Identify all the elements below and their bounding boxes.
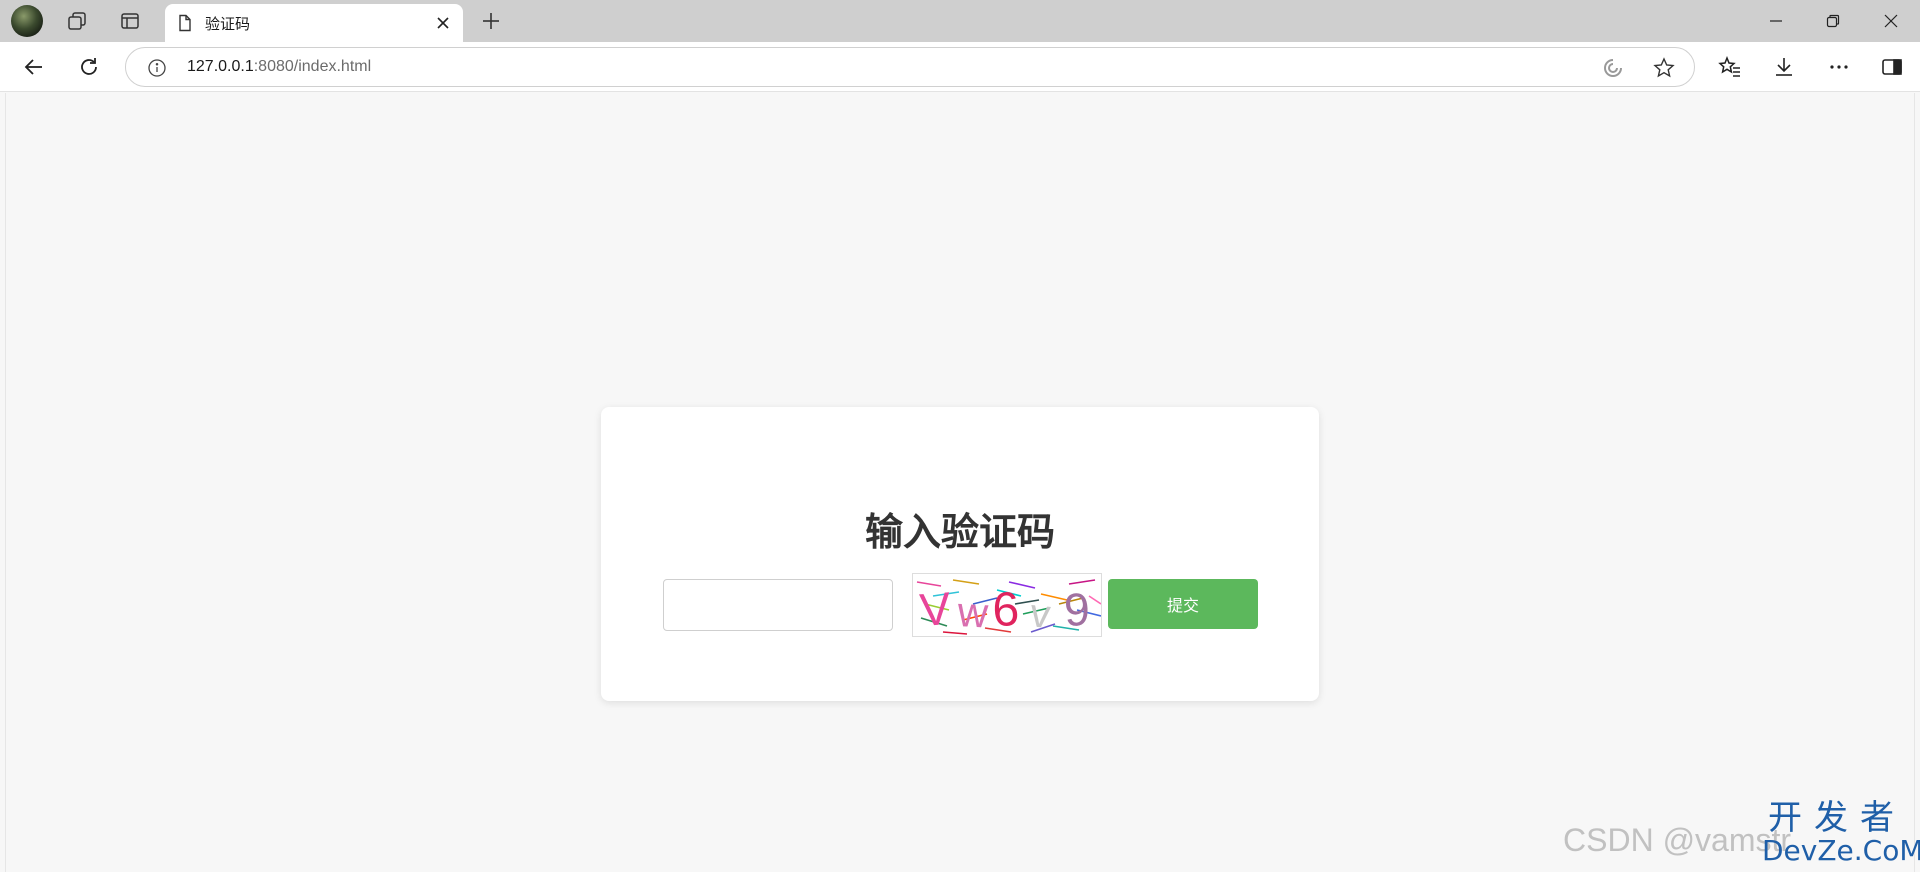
tab-title: 验证码	[205, 15, 251, 33]
close-window-icon[interactable]	[1868, 6, 1914, 36]
captcha-image[interactable]: Vw6v9	[912, 573, 1102, 637]
more-options-icon[interactable]	[1823, 52, 1855, 82]
favorites-icon[interactable]	[1714, 52, 1746, 82]
page-icon	[175, 13, 195, 33]
downloads-icon[interactable]	[1768, 52, 1800, 82]
back-icon[interactable]	[18, 52, 50, 82]
captcha-char: v	[1028, 591, 1052, 637]
submit-button[interactable]: 提交	[1108, 579, 1258, 629]
sidebar-toggle-icon[interactable]	[1876, 52, 1908, 82]
devze-watermark-top: 开发者	[1768, 798, 1906, 838]
close-tab-icon[interactable]	[433, 13, 453, 33]
url-text[interactable]: 127.0.0.1:8080/index.html	[187, 58, 371, 76]
minimize-icon[interactable]	[1753, 6, 1799, 36]
captcha-input[interactable]	[663, 579, 893, 631]
site-info-icon[interactable]	[146, 57, 168, 79]
address-bar[interactable]: 127.0.0.1:8080/index.html	[125, 47, 1695, 87]
captcha-char: V	[918, 582, 953, 636]
restore-icon[interactable]	[1810, 6, 1856, 36]
new-tab-icon[interactable]	[478, 9, 504, 33]
captcha-char: 9	[1063, 583, 1091, 636]
tab-strip: 验证码	[0, 0, 1920, 42]
vertical-tabs-icon[interactable]	[117, 9, 143, 33]
active-tab[interactable]: 验证码	[165, 4, 463, 42]
captcha-card: 输入验证码 V w 6 v 9 提交	[601, 407, 1319, 701]
devze-watermark: 开发者 DevZe.CoM	[1762, 798, 1920, 867]
url-host: 127.0.0.1	[187, 58, 254, 75]
refresh-icon[interactable]	[73, 52, 105, 82]
read-aloud-icon[interactable]	[1601, 56, 1625, 80]
captcha-char: 6	[992, 583, 1021, 637]
collections-icon[interactable]	[64, 9, 90, 33]
csdn-watermark: CSDN @vamstr	[1563, 822, 1792, 858]
profile-avatar[interactable]	[11, 5, 43, 37]
url-path: :8080/index.html	[253, 58, 372, 75]
captcha-char: w	[956, 588, 990, 637]
favorite-star-icon[interactable]	[1652, 56, 1676, 80]
page-title: 输入验证码	[864, 510, 1055, 554]
devze-watermark-bottom: DevZe.CoM	[1762, 834, 1920, 867]
browser-toolbar: 127.0.0.1:8080/index.html	[0, 42, 1920, 92]
